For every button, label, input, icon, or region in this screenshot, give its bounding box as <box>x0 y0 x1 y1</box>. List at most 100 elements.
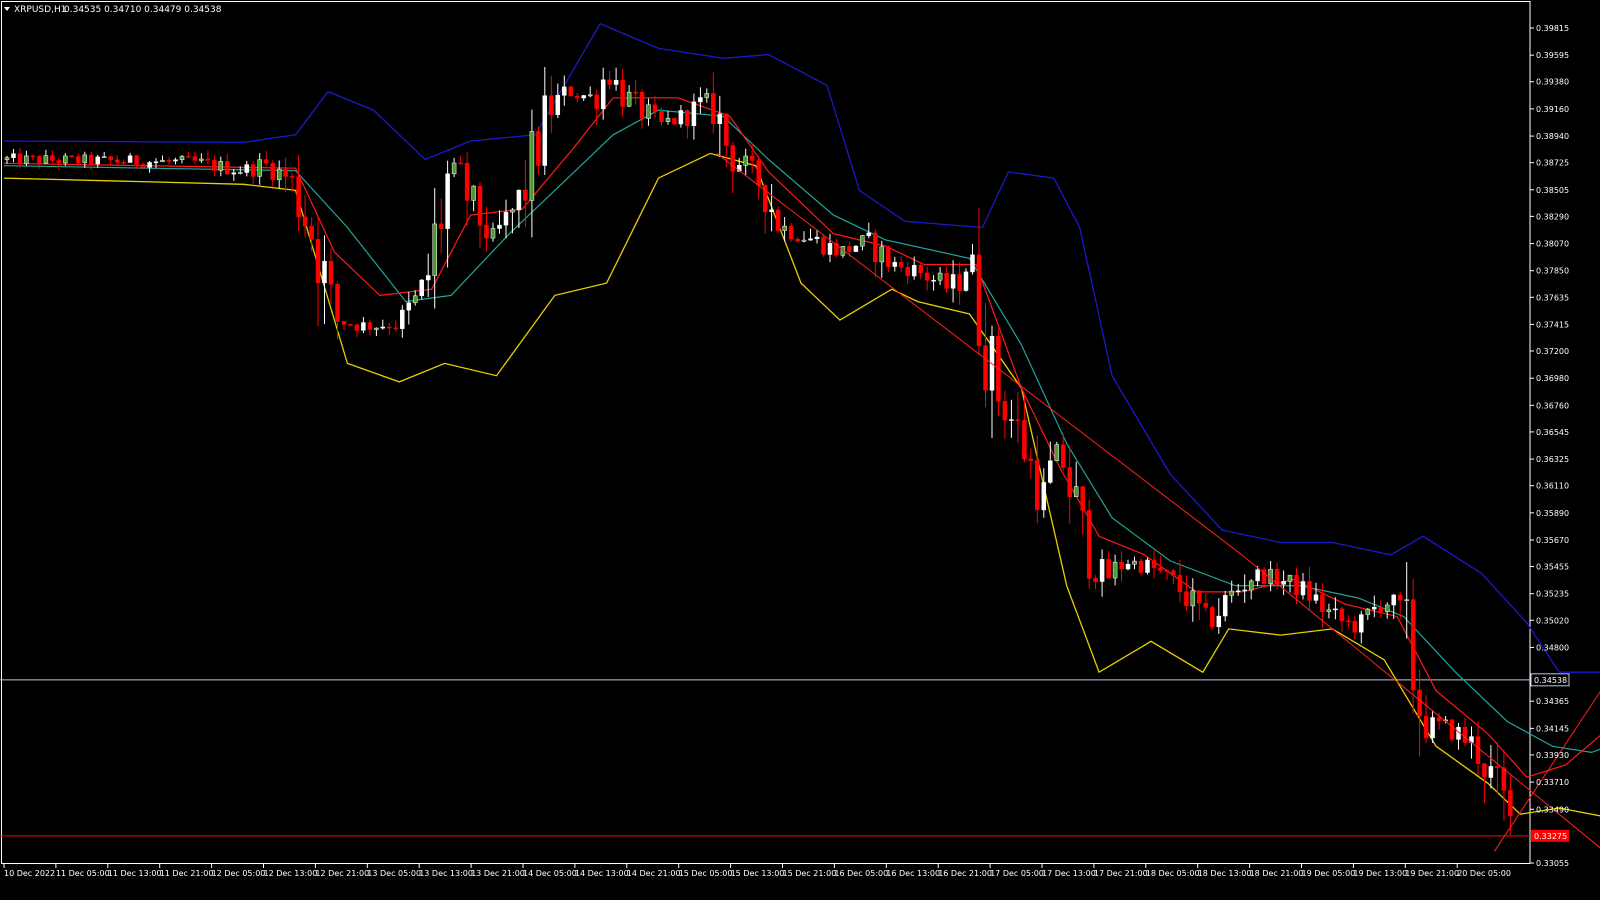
candle <box>1197 590 1202 620</box>
candle-body <box>1035 460 1040 511</box>
candle-body <box>516 189 522 211</box>
candle-body <box>782 225 787 231</box>
y-tick-label: 0.34145 <box>1536 724 1569 733</box>
candle-body <box>37 156 42 164</box>
candle <box>1099 549 1105 597</box>
y-tick-label: 0.33930 <box>1536 751 1569 760</box>
candle-body <box>847 246 852 252</box>
candle-body <box>17 153 23 164</box>
candle <box>574 92 580 103</box>
trendlines <box>716 153 1600 852</box>
candle <box>205 150 211 165</box>
candle-body <box>795 238 800 242</box>
candle <box>270 160 275 187</box>
candle <box>95 154 100 168</box>
y-tick-label: 0.39160 <box>1536 105 1569 114</box>
candle <box>160 155 165 163</box>
y-tick-label: 0.37415 <box>1536 320 1569 329</box>
candle-body <box>374 327 379 330</box>
candle-body <box>1423 715 1429 739</box>
candle-body <box>866 232 872 236</box>
candle-body <box>361 322 366 331</box>
candle <box>1359 610 1364 644</box>
candle <box>1313 582 1319 604</box>
candle <box>497 210 502 234</box>
symbol-menu-triangle-icon[interactable] <box>4 7 10 11</box>
candle-body <box>354 324 360 331</box>
candle-body <box>711 93 716 124</box>
candle <box>866 222 872 239</box>
x-tick-label: 15 Dec 13:00 <box>731 869 785 878</box>
candle-body <box>1417 689 1422 717</box>
moving-average-slow <box>3 109 1600 754</box>
candle-body <box>1106 559 1111 579</box>
candle-body <box>976 254 982 347</box>
candle-body <box>1125 563 1131 570</box>
y-tick-label: 0.33490 <box>1536 805 1569 814</box>
trendline <box>716 153 1600 849</box>
candle <box>212 155 217 177</box>
candle <box>944 266 949 293</box>
candle <box>367 319 373 336</box>
candle-body <box>1449 719 1455 740</box>
candle <box>853 245 859 253</box>
candle <box>743 148 748 176</box>
candle-body <box>406 302 412 311</box>
candle-body <box>788 225 794 240</box>
candle <box>1067 445 1072 524</box>
candle-body <box>607 79 612 85</box>
candle <box>1216 598 1222 634</box>
x-tick-label: 20 Dec 05:00 <box>1457 869 1511 878</box>
candle-body <box>166 160 172 162</box>
candle-body <box>160 160 165 163</box>
candle <box>1339 607 1345 633</box>
candle <box>1048 441 1053 484</box>
price-axis[interactable]: 0.39815 0.39595 0.39380 0.39160 0.38940 0.387… <box>1530 24 1570 868</box>
x-tick-label: 17 Dec 13:00 <box>1042 869 1096 878</box>
candle-body <box>471 185 476 201</box>
candle-body <box>536 131 541 166</box>
y-tick-label: 0.37200 <box>1536 347 1569 356</box>
candle <box>1041 468 1047 518</box>
candle-body <box>652 104 658 112</box>
x-tick-label: 10 Dec 2022 <box>4 869 55 878</box>
candle <box>717 95 723 157</box>
candle-body <box>1164 570 1170 572</box>
candle <box>412 290 418 306</box>
support-price-tag: 0.33275 <box>1531 829 1569 842</box>
y-tick-label: 0.37850 <box>1536 267 1569 276</box>
x-tick-label: 14 Dec 21:00 <box>627 869 681 878</box>
x-tick-label: 18 Dec 13:00 <box>1198 869 1252 878</box>
candle <box>1002 390 1008 440</box>
candle-body <box>1190 590 1196 607</box>
candle-body <box>613 79 619 85</box>
candle <box>199 153 204 163</box>
candle <box>1261 566 1267 589</box>
candle <box>529 109 535 238</box>
candle-body <box>497 224 502 229</box>
time-axis[interactable]: 10 Dec 2022 11 Dec 05:0011 Dec 13:0011 De… <box>3 863 1511 878</box>
candle <box>918 263 923 280</box>
candle-body <box>387 326 392 329</box>
chart-canvas[interactable]: 0.39815 0.39595 0.39380 0.39160 0.38940 0.387… <box>0 0 1600 900</box>
candle-body <box>626 91 632 107</box>
candle <box>276 160 282 189</box>
candle-body <box>950 274 956 289</box>
candle <box>257 153 262 185</box>
candle <box>963 268 969 292</box>
candle <box>1242 574 1247 603</box>
bollinger-upper-band <box>3 22 1600 673</box>
x-tick-label: 19 Dec 21:00 <box>1405 869 1459 878</box>
candle-body <box>147 162 152 168</box>
current-price-tag: 0.34538 <box>1530 673 1570 687</box>
y-tick-label: 0.34800 <box>1536 643 1569 652</box>
candle-body <box>905 266 910 277</box>
candle <box>400 305 405 338</box>
candle <box>225 153 230 175</box>
candle-body <box>1015 419 1021 421</box>
candle <box>892 256 898 272</box>
candle <box>361 317 366 334</box>
candle <box>704 88 710 103</box>
candle <box>562 75 567 106</box>
candle-body <box>400 309 405 329</box>
